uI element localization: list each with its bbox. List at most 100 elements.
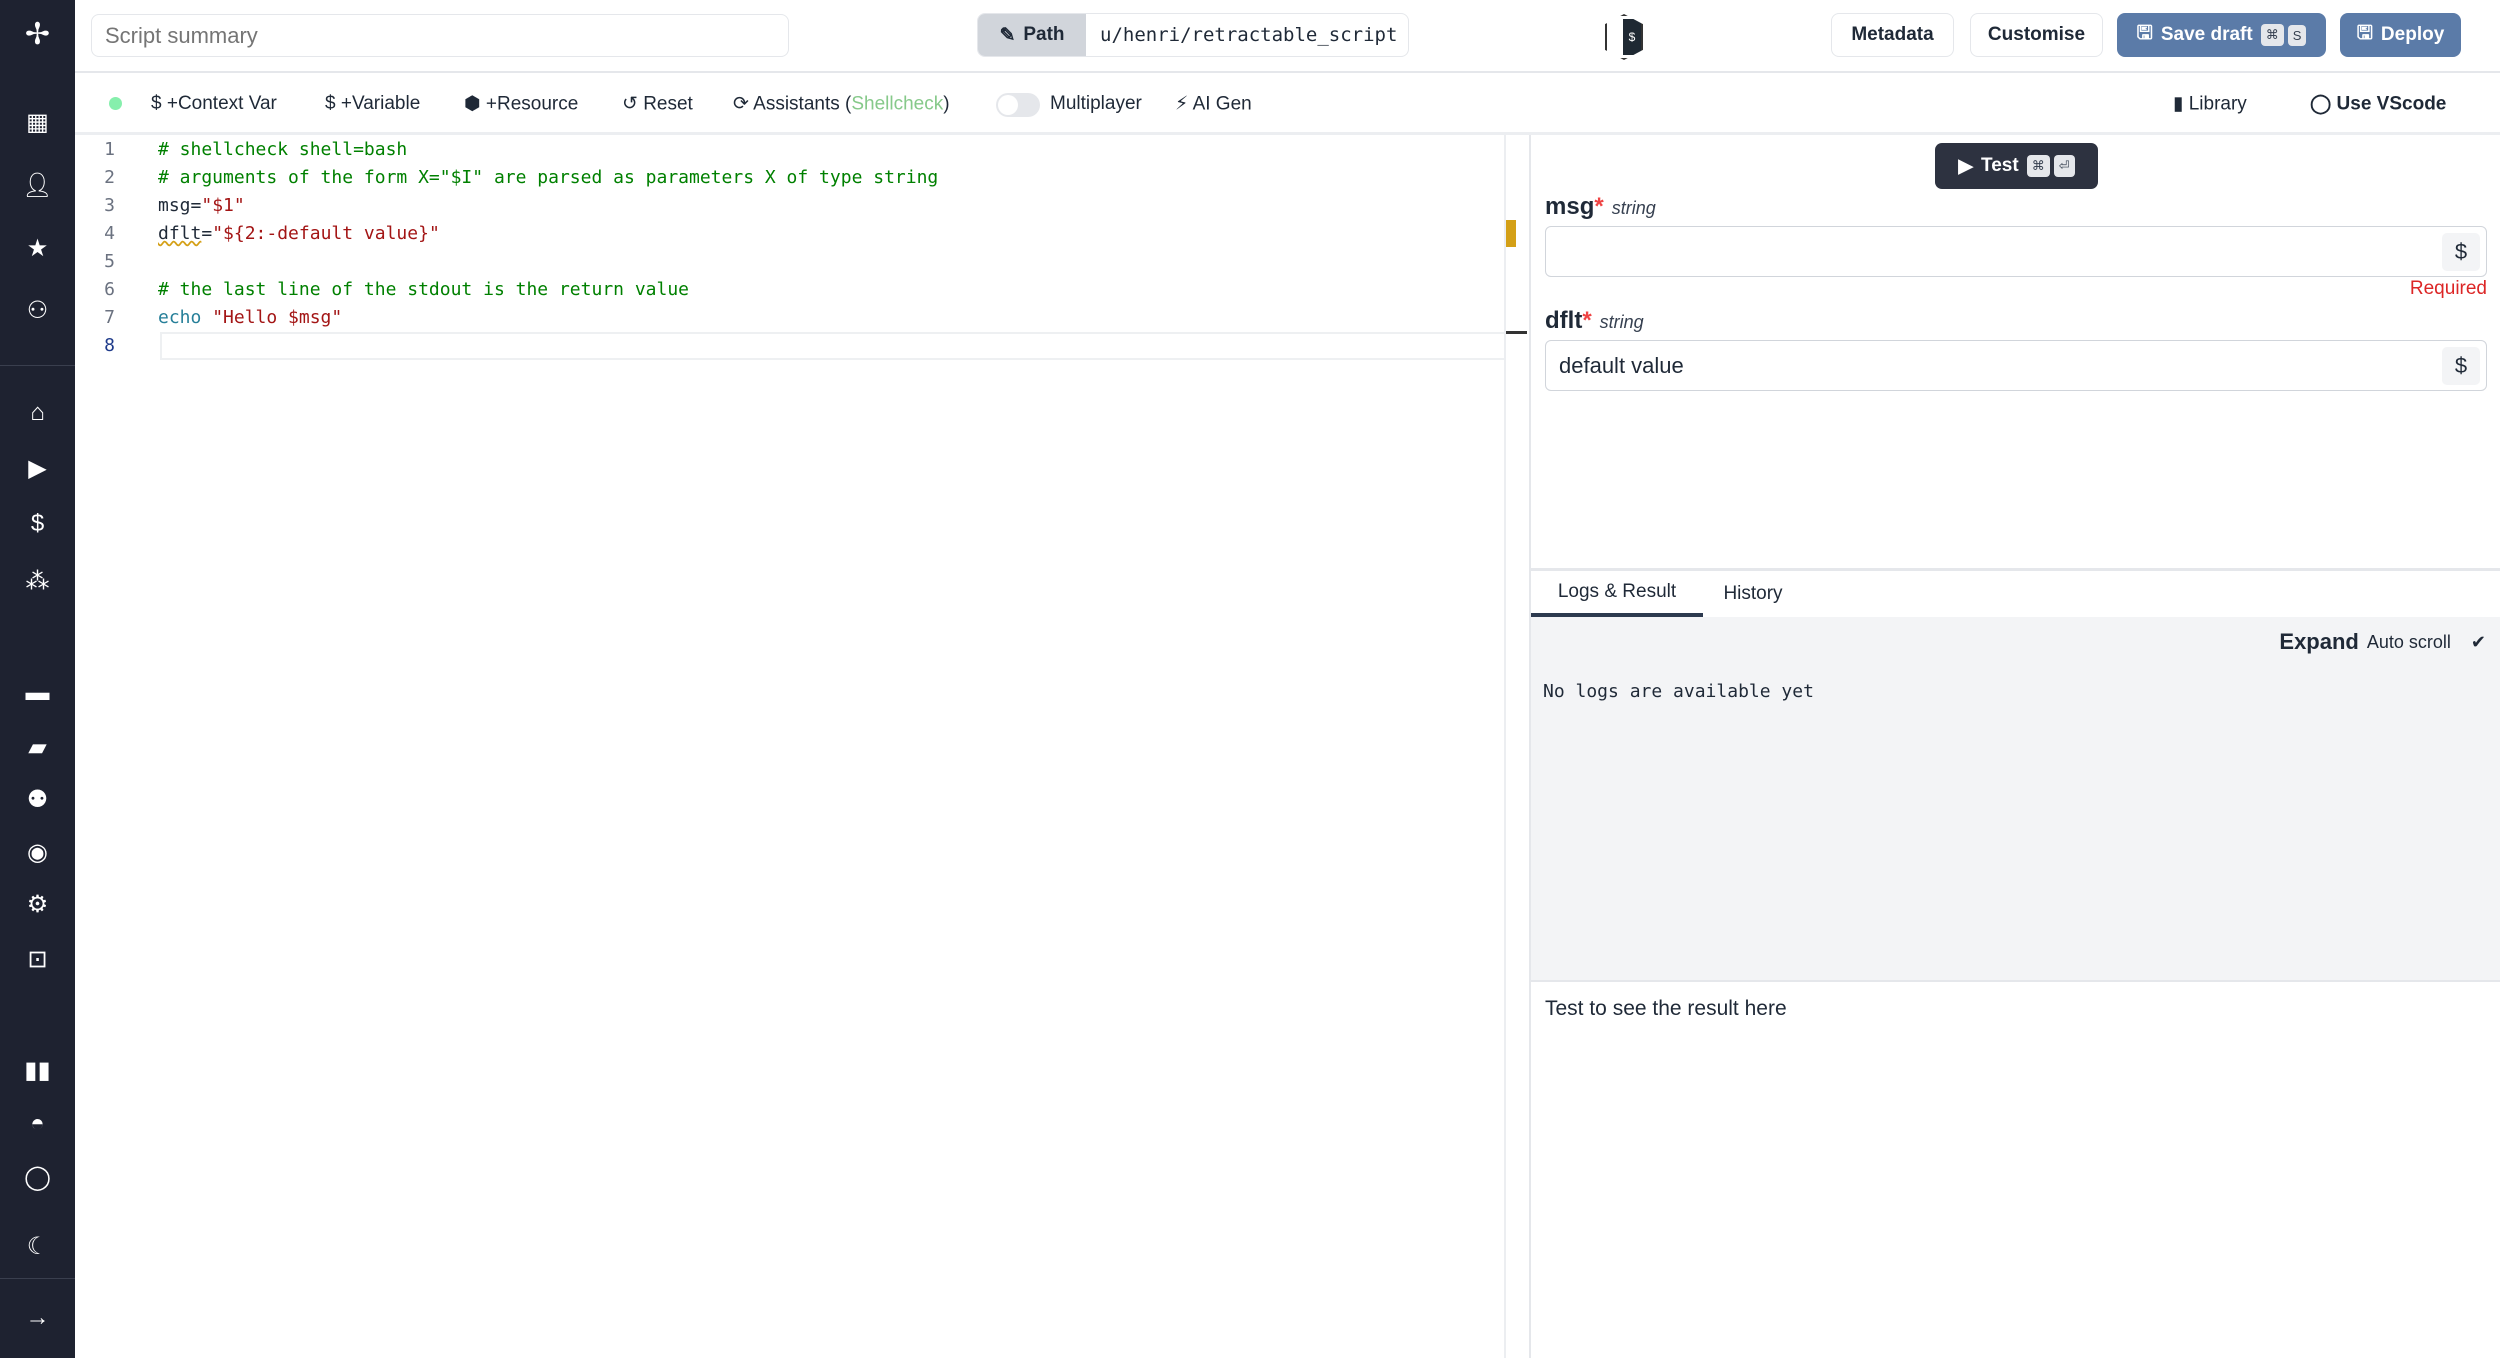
assistants-close: ) xyxy=(943,93,950,115)
dollar-icon[interactable]: $ xyxy=(0,509,75,539)
play-icon[interactable]: ▶ xyxy=(0,454,75,484)
deploy-button[interactable]: 🖫︎ Deploy xyxy=(2340,13,2461,57)
pencil-icon: ✎ xyxy=(999,24,1016,46)
context-var-button[interactable]: $ +Context Var xyxy=(151,93,277,115)
dollar-icon[interactable]: $ xyxy=(2442,347,2480,385)
path-input[interactable]: u/henri/retractable_script xyxy=(1086,14,1408,56)
user-icon[interactable]: 👤︎ xyxy=(0,171,75,201)
tab-logs-result[interactable]: Logs & Result xyxy=(1531,571,1703,617)
code-token: echo xyxy=(158,307,213,328)
code-line: msg="$1" xyxy=(158,192,245,220)
github-icon[interactable]: ◯ xyxy=(0,1163,75,1193)
customise-button[interactable]: Customise xyxy=(1970,13,2103,57)
line-number: 3 xyxy=(104,195,115,216)
test-label: Test xyxy=(1981,155,2019,176)
play-icon: ▶ xyxy=(1958,155,1974,177)
line-number: 4 xyxy=(104,223,115,244)
code-line: # shellcheck shell=bash xyxy=(158,136,407,164)
multiplayer-label: Multiplayer xyxy=(1050,93,1142,114)
toolbar: $ +Context Var $ +Variable ⬢ +Resource ↺… xyxy=(75,73,2500,135)
test-panel: ▶ Test ⌘ ⏎ msg* string $ Required dflt* strin… xyxy=(1529,135,2500,1358)
github-icon: ◯ xyxy=(2310,93,2337,115)
field-value: default value xyxy=(1559,352,1684,378)
dollar-icon: $ xyxy=(151,93,167,114)
users-icon[interactable]: ⚇ xyxy=(0,296,75,326)
required-asterisk: * xyxy=(1594,193,1604,220)
code-token: "Hello $msg" xyxy=(212,307,343,328)
line-number: 8 xyxy=(104,335,115,356)
save-icon: 🖫︎ xyxy=(2356,23,2373,44)
kbd-cmd: ⌘ xyxy=(2260,24,2284,46)
dflt-input[interactable]: default value $ xyxy=(1545,340,2487,391)
windmill-logo-icon[interactable]: ✢ xyxy=(0,20,75,50)
multiplayer-toggle[interactable] xyxy=(996,93,1040,117)
code-line: # arguments of the form X="$I" are parse… xyxy=(158,164,938,192)
book-icon[interactable]: ▮▮ xyxy=(0,1056,75,1086)
ai-gen-label: AI Gen xyxy=(1192,93,1252,115)
kbd-cmd: ⌘ xyxy=(2026,155,2050,177)
undo-icon: ↺ xyxy=(622,93,644,115)
tab-history[interactable]: History xyxy=(1703,571,1803,617)
minimap-warning-marker xyxy=(1506,220,1516,247)
robot-icon[interactable]: ⊡ xyxy=(0,945,75,975)
save-draft-button[interactable]: 🖫︎ Save draft ⌘ S xyxy=(2117,13,2326,57)
use-vscode-button[interactable]: ◯ Use VScode xyxy=(2310,93,2446,116)
home-icon[interactable]: ⌂ xyxy=(0,398,75,428)
code-line: dflt="${2:-default value}" xyxy=(158,220,440,248)
metadata-button[interactable]: Metadata xyxy=(1831,13,1954,57)
no-logs-text: No logs are available yet xyxy=(1543,681,1814,702)
code-editor[interactable]: 1 # shellcheck shell=bash 2 # arguments of … xyxy=(75,135,1527,1358)
assistants-label: Assistants ( xyxy=(753,93,852,115)
code-line: # the last line of the stdout is the ret… xyxy=(158,276,689,304)
result-placeholder: Test to see the result here xyxy=(1545,997,1787,1020)
ai-gen-button[interactable]: ⚡︎ AI Gen xyxy=(1175,93,1252,116)
deploy-label: Deploy xyxy=(2380,24,2445,45)
line-number: 5 xyxy=(104,251,115,272)
star-icon[interactable]: ★ xyxy=(0,234,75,264)
header: ✎ Path u/henri/retractable_script $ Metad… xyxy=(75,0,2500,73)
variable-button[interactable]: $ +Variable xyxy=(325,93,420,115)
path-label: Path xyxy=(1023,24,1065,45)
cubes-icon[interactable]: ⁂ xyxy=(0,567,75,597)
gear-icon[interactable]: ⚙ xyxy=(0,890,75,920)
line-number: 7 xyxy=(104,307,115,328)
library-button[interactable]: ▮ Library xyxy=(2173,93,2247,116)
reset-button[interactable]: ↺ Reset xyxy=(622,93,693,116)
groups-icon[interactable]: ⚉ xyxy=(0,785,75,815)
field-type: string xyxy=(1611,198,1656,218)
resource-button[interactable]: ⬢ +Resource xyxy=(464,93,578,116)
logs-area: Expand Auto scroll ✔ No logs are availab… xyxy=(1531,617,2500,980)
line-number: 1 xyxy=(104,139,115,160)
dollar-icon[interactable]: $ xyxy=(2442,233,2480,271)
refresh-icon: ⟳ xyxy=(733,93,754,115)
bash-logo-icon: $ xyxy=(1605,14,1643,60)
auto-scroll-label: Auto scroll xyxy=(2366,631,2451,652)
folder-icon[interactable]: ▰ xyxy=(0,733,75,763)
calendar-icon[interactable]: ▬ xyxy=(0,678,75,708)
field-label-msg: msg* string xyxy=(1545,193,1656,221)
code-token: # shellcheck shell=bash xyxy=(158,139,408,160)
code-token: # the last line of the stdout is the ret… xyxy=(158,279,690,300)
line-number: 2 xyxy=(104,167,115,188)
expand-button[interactable]: Expand xyxy=(2279,629,2358,655)
assistants-button[interactable]: ⟳ Assistants (Shellcheck) xyxy=(733,93,950,116)
script-summary-input[interactable] xyxy=(91,14,789,57)
editor-scrollbar[interactable] xyxy=(1504,135,1506,1358)
field-type: string xyxy=(1599,312,1644,332)
book-icon: ▮ xyxy=(2173,93,2189,115)
test-button[interactable]: ▶ Test ⌘ ⏎ xyxy=(1935,143,2098,189)
path-button[interactable]: ✎ Path xyxy=(978,14,1086,56)
auto-scroll-checkbox[interactable]: ✔ xyxy=(2471,632,2486,653)
code-line: echo "Hello $msg" xyxy=(158,304,342,332)
required-asterisk: * xyxy=(1582,307,1592,334)
discord-icon[interactable]: ◓ xyxy=(0,1109,75,1139)
dollar-icon: $ xyxy=(325,93,341,114)
arrow-right-icon[interactable]: → xyxy=(0,1303,75,1333)
msg-input[interactable]: $ xyxy=(1545,226,2487,277)
magic-wand-icon: ⚡︎ xyxy=(1175,93,1193,115)
dashboard-icon[interactable]: ▦ xyxy=(0,108,75,138)
eye-icon[interactable]: ◉ xyxy=(0,838,75,868)
use-vscode-label: Use VScode xyxy=(2336,93,2447,115)
moon-icon[interactable]: ☾ xyxy=(0,1232,75,1262)
save-icon: 🖫︎ xyxy=(2136,23,2153,44)
